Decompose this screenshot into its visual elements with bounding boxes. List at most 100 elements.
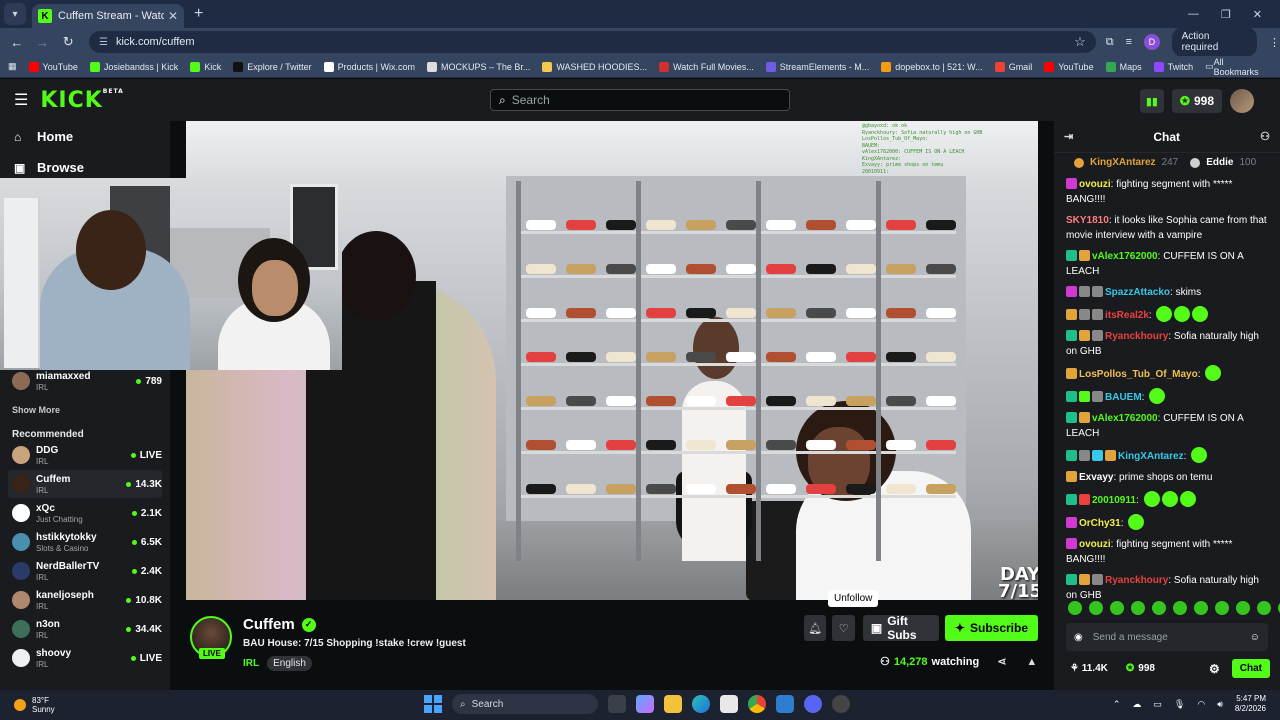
emote-icon[interactable] <box>1110 601 1124 615</box>
chat-points[interactable]: ✪ 998 <box>1126 663 1155 674</box>
chat-username[interactable]: ovouzi <box>1079 539 1111 550</box>
sidebar-item-home[interactable]: ⌂ Home <box>14 129 84 144</box>
top-gifter-name[interactable]: KingXAntarez <box>1090 157 1156 168</box>
chat-username[interactable]: SKY1810 <box>1066 215 1109 226</box>
emote-icon[interactable] <box>1257 601 1271 615</box>
url-field[interactable]: ☰ kick.com/cuffem ☆ <box>88 31 1096 53</box>
tab-search-icon[interactable]: ▾ <box>4 3 26 25</box>
mic-icon[interactable]: 🎙︎ <box>1174 699 1185 710</box>
emoji-picker-icon[interactable]: ☺ <box>1250 632 1260 643</box>
chat-username[interactable]: ovouzi <box>1079 179 1111 190</box>
chat-username[interactable]: vAlex1762000 <box>1092 251 1158 262</box>
sidebar-channel-cuffem[interactable]: Cuffem IRL 14.3K <box>8 470 162 498</box>
emote-icon[interactable] <box>1194 601 1208 615</box>
bookmark-item[interactable]: WASHED HOODIES... <box>542 61 647 72</box>
apps-grid-icon[interactable]: ▦ <box>8 61 17 72</box>
sidebar-channel-ddg[interactable]: DDG IRL LIVE <box>8 441 162 469</box>
chat-username[interactable]: SpazzAttacko <box>1105 287 1170 298</box>
search-input[interactable]: ⌕ Search <box>490 89 790 111</box>
sidebar-channel-xqc[interactable]: xQc Just Chatting 2.1K <box>8 499 162 527</box>
bookmark-item[interactable]: Kick <box>190 61 221 72</box>
file-explorer-icon[interactable] <box>664 695 682 713</box>
browser-tab[interactable]: K Cuffem Stream - Watch Live on ✕ <box>32 4 184 28</box>
discord-icon[interactable] <box>804 695 822 713</box>
user-avatar[interactable] <box>1230 89 1254 113</box>
taskbar-search[interactable]: ⌕ Search <box>452 694 598 714</box>
bookmark-item[interactable]: Watch Full Movies... <box>659 61 754 72</box>
drops-icon[interactable]: ▮▮ <box>1139 89 1164 113</box>
chat-username[interactable]: LosPollos_Tub_Of_Mayo <box>1079 369 1198 380</box>
chat-username[interactable]: Exvayy <box>1079 472 1113 483</box>
chrome-icon[interactable] <box>748 695 766 713</box>
copilot-icon[interactable] <box>636 695 654 713</box>
chat-username[interactable]: vAlex1762000 <box>1092 413 1158 424</box>
profile-avatar[interactable]: D <box>1144 34 1160 50</box>
bookmark-item[interactable]: YouTube <box>1044 61 1094 72</box>
category-link[interactable]: IRL <box>243 658 259 669</box>
top-gifter-name[interactable]: Eddie <box>1206 157 1233 168</box>
hamburger-menu-icon[interactable]: ☰ <box>14 90 28 110</box>
bookmark-item[interactable]: dopebox.to | 521: W... <box>881 61 983 72</box>
bookmark-item[interactable]: Maps <box>1105 61 1142 72</box>
photos-icon[interactable] <box>776 695 794 713</box>
channel-name-heading[interactable]: Cuffem ✓ <box>243 616 316 633</box>
sidebar-channel-nerdballertv[interactable]: NerdBallerTV IRL 2.4K <box>8 557 162 585</box>
windows-start-icon[interactable] <box>424 695 442 713</box>
chat-users-icon[interactable]: ⚇ <box>1260 130 1270 143</box>
chat-username[interactable]: 20010911 <box>1092 495 1136 506</box>
bookmark-item[interactable]: Products | Wix.com <box>323 61 415 72</box>
bookmark-item[interactable]: Explore / Twitter <box>233 61 312 72</box>
all-bookmarks-button[interactable]: ▭ All Bookmarks <box>1205 57 1270 77</box>
cloud-icon[interactable]: ☁ <box>1132 699 1141 710</box>
chat-username[interactable]: OrChy31 <box>1079 518 1121 529</box>
emote-icon[interactable] <box>1068 601 1082 615</box>
sidebar-following-item[interactable]: miamaxxed IRL 789 <box>8 367 162 395</box>
unfollow-heart-icon[interactable]: ♡ <box>832 615 855 641</box>
extensions-icon[interactable]: ⧉ <box>1106 36 1114 49</box>
task-view-icon[interactable] <box>608 695 626 713</box>
emote-icon[interactable] <box>1131 601 1145 615</box>
bookmark-item[interactable]: Twitch <box>1153 61 1193 72</box>
restore-icon[interactable]: ❐ <box>1221 8 1231 21</box>
emote-icon[interactable] <box>1215 601 1229 615</box>
language-tag[interactable]: English <box>267 656 312 671</box>
chat-username[interactable]: Ryanckhoury <box>1105 575 1168 586</box>
device-icon[interactable]: ▭ <box>1153 699 1162 710</box>
new-tab-icon[interactable]: + <box>194 5 203 23</box>
forward-icon[interactable]: → <box>30 35 56 50</box>
browser-menu-icon[interactable]: ⋮ <box>1269 36 1280 49</box>
collapse-chat-icon[interactable]: ⇥ <box>1064 130 1073 143</box>
notification-bell-icon[interactable]: 🔔︎ <box>804 615 827 641</box>
bookmark-item[interactable]: YouTube <box>28 61 78 72</box>
wifi-icon[interactable]: ◠ <box>1197 699 1205 710</box>
edge-icon[interactable] <box>692 695 710 713</box>
sidebar-channel-hstikkytokky[interactable]: hstikkytokky Slots & Casino 6.5K <box>8 528 162 556</box>
reload-icon[interactable]: ↻ <box>55 34 81 50</box>
sidebar-channel-n3on[interactable]: n3on IRL 34.4K <box>8 615 162 643</box>
chat-identity-icon[interactable]: ◉ <box>1074 632 1083 643</box>
emote-icon[interactable] <box>1089 601 1103 615</box>
chat-username[interactable]: itsReal2k <box>1105 310 1149 321</box>
chat-username[interactable]: KingXAntarez <box>1118 451 1184 462</box>
bookmark-item[interactable]: MOCKUPS – The Br... <box>427 61 530 72</box>
share-icon[interactable]: ⋖ <box>997 655 1006 668</box>
chat-username[interactable]: Ryanckhoury <box>1105 331 1168 342</box>
chat-message-input[interactable]: ◉ Send a message ☺ <box>1066 623 1268 651</box>
send-chat-button[interactable]: Chat <box>1231 659 1270 678</box>
tray-chevron-icon[interactable]: ⌃ <box>1113 699 1121 710</box>
volume-icon[interactable]: 🔊︎ <box>1217 699 1223 710</box>
store-icon[interactable] <box>720 695 738 713</box>
back-icon[interactable]: ← <box>4 35 30 50</box>
gift-subs-button[interactable]: ▣ Gift Subs <box>862 614 939 642</box>
bookmark-item[interactable]: StreamElements - M... <box>765 61 869 72</box>
emote-icon[interactable] <box>1152 601 1166 615</box>
kick-logo[interactable]: KICKBETA <box>40 88 123 113</box>
chat-username[interactable]: BAUEM <box>1105 392 1142 403</box>
sidebar-channel-shoovy[interactable]: shoovy IRL LIVE <box>8 644 162 672</box>
emote-icon[interactable] <box>1236 601 1250 615</box>
bookmark-item[interactable]: Josiebandss | Kick <box>89 61 178 72</box>
media-icon[interactable]: ≡ <box>1126 36 1132 48</box>
close-window-icon[interactable]: ✕ <box>1253 8 1262 21</box>
site-info-icon[interactable]: ☰ <box>99 37 108 48</box>
kick-points-button[interactable]: ✪ 998 <box>1171 89 1222 113</box>
